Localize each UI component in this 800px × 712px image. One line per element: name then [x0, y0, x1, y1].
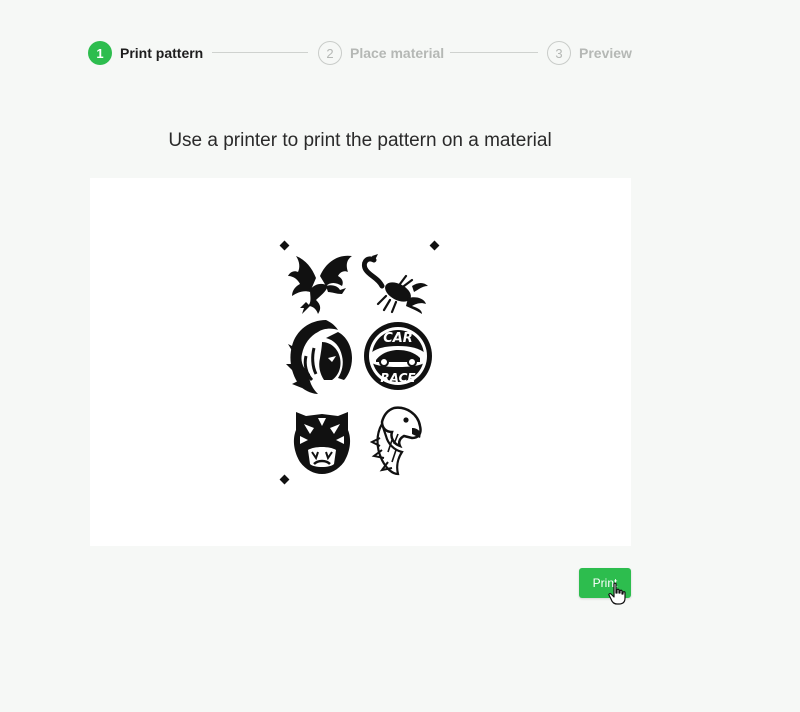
- step-number-1: 1: [88, 41, 112, 65]
- step-label-print-pattern: Print pattern: [120, 45, 204, 61]
- registration-mark-top-right: [429, 240, 440, 251]
- scorpion-icon: [361, 254, 428, 314]
- step-label-place-material: Place material: [350, 45, 445, 61]
- step-connector-2: [450, 52, 538, 53]
- step-print-pattern[interactable]: 1 Print pattern: [88, 40, 203, 66]
- lion-icon: [286, 320, 352, 394]
- step-connector-1: [212, 52, 308, 53]
- step-label-preview: Preview: [579, 45, 632, 61]
- step-place-material[interactable]: 2 Place material: [318, 40, 444, 66]
- hand-cursor-icon: [608, 582, 626, 605]
- stepper: 1 Print pattern 2 Place material 3 Previ…: [88, 40, 633, 68]
- badge-text-bottom: RACE: [380, 371, 416, 385]
- step-number-3: 3: [547, 41, 571, 65]
- pattern-preview-card: CAR RACE: [90, 178, 631, 546]
- eagle-icon: [370, 406, 422, 476]
- registration-mark-bottom-left: [279, 474, 290, 485]
- car-race-badge-icon: CAR RACE: [364, 322, 432, 390]
- step-number-2: 2: [318, 41, 342, 65]
- step-preview[interactable]: 3 Preview: [547, 40, 632, 66]
- page-heading: Use a printer to print the pattern on a …: [168, 130, 552, 151]
- badge-text-top: CAR: [383, 331, 413, 346]
- dragon-icon: [288, 255, 352, 314]
- tiger-icon: [293, 412, 351, 474]
- registration-mark-top-left: [279, 240, 290, 251]
